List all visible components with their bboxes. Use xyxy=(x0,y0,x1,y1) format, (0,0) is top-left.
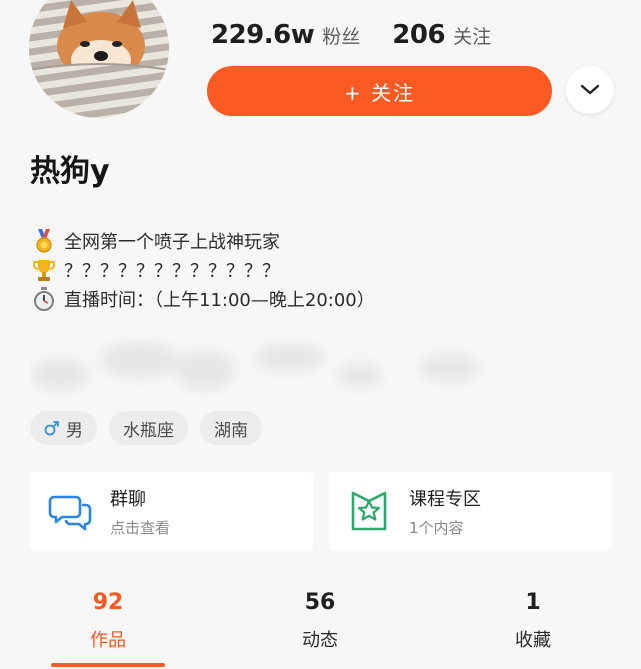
tab-works-count: 92 xyxy=(92,590,124,615)
tab-works[interactable]: 92 作品 xyxy=(28,590,188,652)
zodiac-label: 水瓶座 xyxy=(123,420,174,441)
trophy-icon xyxy=(32,258,56,282)
tab-favorites-count: 1 xyxy=(525,590,541,615)
avatar[interactable] xyxy=(29,0,169,118)
course-zone-subtitle: 1个内容 xyxy=(409,518,464,537)
followers-stat[interactable]: 229.6w 粉丝 xyxy=(211,20,360,50)
bio-text: 全网第一个喷子上战神玩家 xyxy=(64,231,280,253)
bio-line: 全网第一个喷子上战神玩家 xyxy=(32,226,375,255)
profile-stats: 229.6w 粉丝 206 关注 xyxy=(211,20,491,50)
tab-posts-label: 动态 xyxy=(302,630,338,651)
group-chat-card[interactable]: 群聊 点击查看 xyxy=(30,472,313,550)
tab-works-label: 作品 xyxy=(90,630,126,651)
username: 热狗y xyxy=(30,154,110,189)
zodiac-tag: 水瓶座 xyxy=(109,411,188,445)
bio-line: 直播时间：（上午11:00—晚上20:00） xyxy=(32,284,375,313)
active-tab-indicator xyxy=(51,663,165,667)
bio-text: ？？？？？？？？？？？？ xyxy=(64,260,280,282)
more-options-button[interactable] xyxy=(566,66,614,114)
shiba-dog-avatar-image xyxy=(29,0,169,118)
chevron-down-icon xyxy=(580,84,600,95)
profile-tags: 男 水瓶座 湖南 xyxy=(30,411,262,445)
course-zone-card[interactable]: 课程专区 1个内容 xyxy=(329,472,612,550)
following-count: 206 xyxy=(392,20,446,50)
gender-label: 男 xyxy=(66,420,83,441)
followers-label: 粉丝 xyxy=(322,26,361,48)
course-star-icon xyxy=(351,491,387,531)
chat-bubbles-icon xyxy=(48,495,92,531)
tab-favorites[interactable]: 1 收藏 xyxy=(453,590,613,652)
following-label: 关注 xyxy=(453,26,492,48)
male-icon xyxy=(44,421,59,436)
following-stat[interactable]: 206 关注 xyxy=(392,20,491,50)
medal-icon xyxy=(32,228,56,253)
group-chat-text: 群聊 点击查看 xyxy=(110,485,170,538)
followers-count: 229.6w xyxy=(211,20,315,50)
blurred-decoration xyxy=(30,330,610,400)
gender-tag: 男 xyxy=(30,411,97,445)
content-tabs: 92 作品 56 动态 1 收藏 xyxy=(0,590,641,669)
course-zone-text: 课程专区 1个内容 xyxy=(409,485,481,538)
bio-line: ？？？？？？？？？？？？ xyxy=(32,255,375,284)
stopwatch-icon xyxy=(32,286,56,311)
tab-posts[interactable]: 56 动态 xyxy=(240,590,400,652)
follow-button[interactable]: + 关注 xyxy=(207,66,552,116)
bio: 全网第一个喷子上战神玩家 ？？？？？？？？？？？？ 直播时间：（上午11:00—… xyxy=(32,226,375,313)
group-chat-subtitle: 点击查看 xyxy=(110,518,171,537)
bio-text: 直播时间：（上午11:00—晚上20:00） xyxy=(64,289,375,311)
location-tag: 湖南 xyxy=(200,411,262,445)
course-zone-title: 课程专区 xyxy=(409,488,481,510)
location-label: 湖南 xyxy=(214,420,248,441)
group-chat-title: 群聊 xyxy=(110,488,146,510)
tab-posts-count: 56 xyxy=(304,590,336,615)
tab-favorites-label: 收藏 xyxy=(515,630,551,651)
